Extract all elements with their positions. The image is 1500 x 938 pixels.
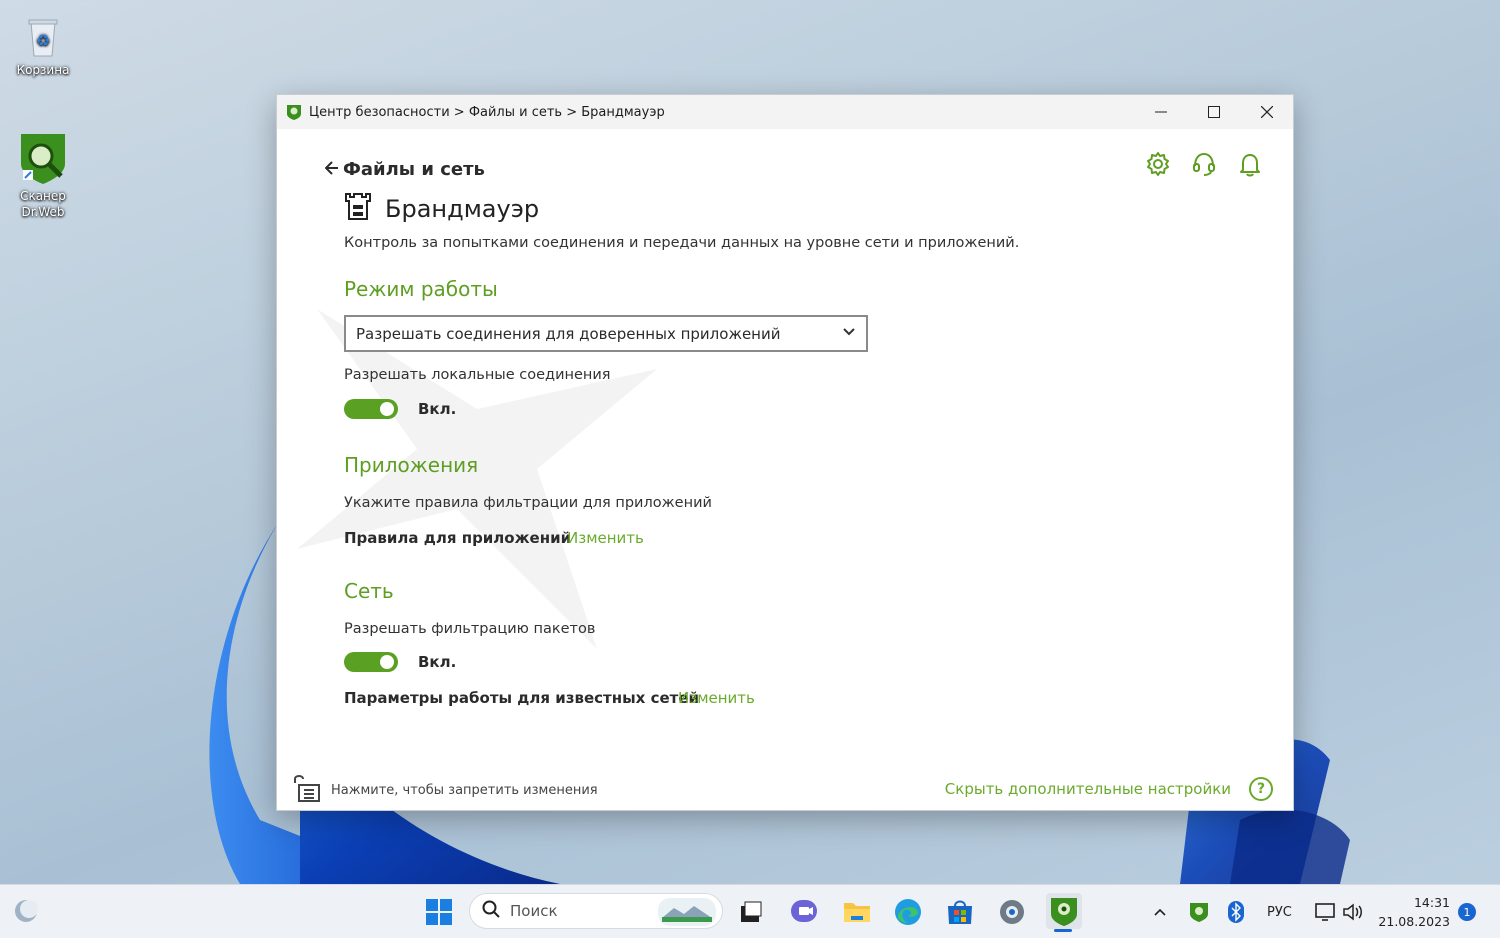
page-title: Брандмауэр	[343, 191, 539, 227]
search-highlight-image-icon	[658, 898, 716, 930]
header-actions	[1145, 151, 1263, 177]
close-icon	[1260, 106, 1273, 118]
back-link-label: Файлы и сеть	[343, 159, 485, 180]
known-networks-label: Параметры работы для известных сетей	[344, 689, 700, 707]
maximize-button[interactable]	[1187, 95, 1240, 129]
page-title-text: Брандмауэр	[385, 195, 540, 223]
support-headset-icon[interactable]	[1191, 151, 1217, 177]
start-windows-icon[interactable]	[423, 896, 455, 928]
lock-settings-text: Нажмите, чтобы запретить изменения	[331, 782, 598, 798]
drweb-taskbar-icon[interactable]	[1046, 893, 1082, 929]
edge-browser-icon[interactable]	[892, 896, 924, 928]
title-bar[interactable]: Центр безопасности > Файлы и сеть > Бран…	[277, 95, 1293, 129]
microsoft-store-icon[interactable]	[944, 896, 976, 928]
local-connections-toggle[interactable]	[344, 399, 398, 419]
window-breadcrumb: Центр безопасности > Файлы и сеть > Бран…	[309, 104, 665, 120]
app-rules-edit-link[interactable]: Изменить	[567, 529, 644, 547]
minimize-button[interactable]	[1134, 95, 1187, 129]
window-content: Файлы и сеть Брандмауэр Контроль за попы…	[277, 129, 1293, 810]
settings-gear-icon[interactable]	[1145, 151, 1171, 177]
mode-select-value: Разрешать соединения для доверенных прил…	[356, 324, 781, 343]
firewall-tower-icon	[343, 191, 373, 227]
clock-date: 21.08.2023	[1378, 914, 1450, 929]
packet-filtering-toggle[interactable]	[344, 652, 398, 672]
page-description: Контроль за попытками соединения и перед…	[344, 235, 1020, 251]
footer-actions: Скрыть дополнительные настройки ?	[945, 777, 1273, 801]
search-placeholder: Поиск	[510, 902, 558, 920]
firewall-window: Центр безопасности > Файлы и сеть > Бран…	[276, 94, 1294, 811]
clock-time: 14:31	[1413, 895, 1450, 910]
active-app-indicator	[1054, 929, 1072, 932]
packet-filtering-state: Вкл.	[418, 653, 457, 671]
close-button[interactable]	[1240, 95, 1293, 129]
help-button[interactable]: ?	[1249, 777, 1273, 801]
notification-count-badge[interactable]: 1	[1458, 903, 1476, 921]
mode-select[interactable]: Разрешать соединения для доверенных прил…	[344, 315, 868, 352]
show-hidden-icons-button[interactable]	[1152, 885, 1168, 938]
recycle-bin-icon: ♻	[19, 12, 67, 60]
app-rules-label: Правила для приложений	[344, 529, 572, 547]
search-icon	[482, 900, 500, 922]
desktop-icon-label: Сканер Dr.Web	[20, 189, 66, 219]
maximize-icon	[1207, 106, 1220, 118]
chevron-down-icon	[842, 325, 856, 343]
input-language-indicator[interactable]: РУС	[1267, 885, 1292, 938]
section-heading-network: Сеть	[344, 579, 394, 603]
desktop-icon-recycle-bin[interactable]: ♻ Корзина	[8, 12, 78, 78]
teams-chat-icon[interactable]	[788, 896, 820, 928]
drweb-app-icon	[285, 103, 303, 121]
clock[interactable]: 14:31 21.08.2023	[1378, 893, 1450, 931]
known-networks-edit-link[interactable]: Изменить	[678, 689, 755, 707]
task-view-icon[interactable]	[735, 896, 767, 928]
taskbar: Поиск РУС 14:31 21.08.2023 1	[0, 884, 1500, 938]
local-connections-state: Вкл.	[418, 400, 457, 418]
unlocked-padlock-icon	[291, 773, 321, 807]
hide-advanced-settings-link[interactable]: Скрыть дополнительные настройки	[945, 780, 1231, 798]
svg-text:♻: ♻	[36, 31, 50, 50]
local-connections-label: Разрешать локальные соединения	[344, 367, 611, 383]
taskbar-search[interactable]: Поиск	[469, 893, 723, 929]
volume-icon[interactable]	[1342, 885, 1364, 938]
section-heading-mode: Режим работы	[344, 277, 498, 301]
widgets-icon[interactable]	[12, 897, 40, 925]
file-explorer-icon[interactable]	[841, 896, 873, 928]
network-icon[interactable]	[1314, 885, 1336, 938]
bluetooth-icon[interactable]	[1228, 885, 1244, 938]
notifications-bell-icon[interactable]	[1237, 151, 1263, 177]
local-connections-toggle-row: Вкл.	[344, 399, 456, 419]
chevron-up-icon	[1154, 908, 1166, 916]
watermark-logo	[277, 249, 697, 673]
drweb-tray-icon[interactable]	[1188, 885, 1210, 938]
lock-settings-button[interactable]: Нажмите, чтобы запретить изменения	[291, 773, 598, 807]
packet-filtering-toggle-row: Вкл.	[344, 652, 456, 672]
packet-filtering-label: Разрешать фильтрацию пакетов	[344, 621, 596, 637]
desktop-icon-drweb-scanner[interactable]: Сканер Dr.Web	[8, 130, 78, 220]
minimize-icon	[1154, 111, 1167, 113]
desktop-icon-label: Корзина	[16, 63, 70, 77]
arrow-left-icon	[324, 159, 339, 180]
drweb-scanner-icon	[15, 130, 71, 186]
section-heading-applications: Приложения	[344, 453, 479, 477]
applications-description: Укажите правила фильтрации для приложени…	[344, 495, 712, 511]
back-link-files-and-network[interactable]: Файлы и сеть	[324, 159, 485, 180]
settings-app-icon[interactable]	[996, 896, 1028, 928]
